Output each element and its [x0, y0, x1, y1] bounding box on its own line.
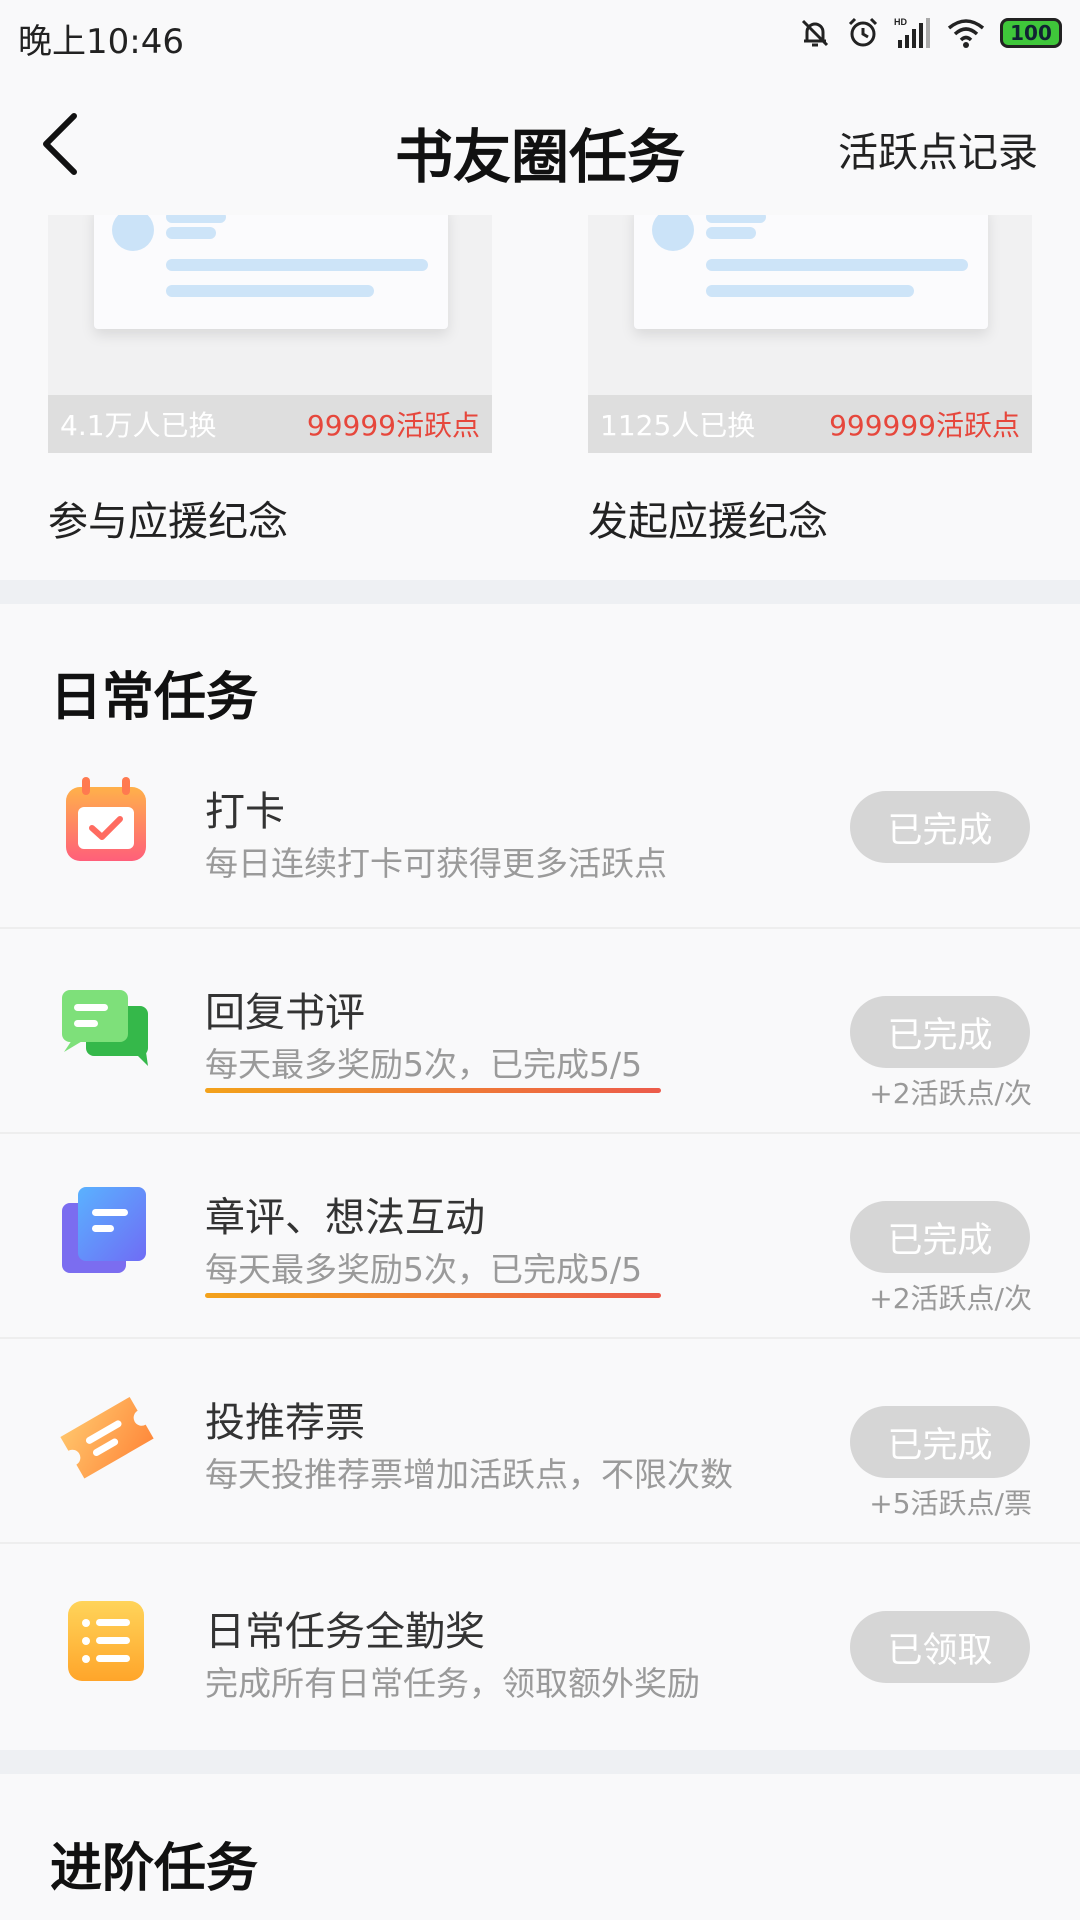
ticket-icon [60, 1396, 154, 1479]
calendar-check-icon [66, 777, 146, 861]
card-preview-image: 1125人已换 999999活跃点 [588, 215, 1032, 453]
task-row-chapter-comment: 章评、想法互动 每天最多奖励5次，已完成5/5 已完成 +2活跃点/次 [0, 1133, 1080, 1339]
task-name: 投推荐票 [205, 1400, 365, 1446]
points-cost: 99999活跃点 [306, 409, 480, 442]
task-row-checkin: 打卡 每日连续打卡可获得更多活跃点 已完成 [0, 723, 1080, 929]
status-icons: HD 100 [798, 16, 1062, 50]
task-status-button[interactable]: 已完成 [850, 1406, 1030, 1478]
card-info-bar: 1125人已换 999999活跃点 [588, 395, 1032, 453]
task-desc: 每天最多奖励5次，已完成5/5 [205, 1250, 643, 1289]
progress-underline [205, 1293, 661, 1298]
mute-bell-icon [801, 19, 829, 47]
task-name: 章评、想法互动 [205, 1195, 485, 1241]
task-row-reply-review: 回复书评 每天最多奖励5次，已完成5/5 已完成 +2活跃点/次 [0, 928, 1080, 1134]
section-divider [0, 1750, 1080, 1774]
task-reward: +2活跃点/次 [869, 1077, 1032, 1110]
chat-bubble-icon [62, 990, 148, 1066]
wifi-icon [947, 19, 985, 48]
task-reward: +5活跃点/票 [869, 1487, 1032, 1520]
card-illustration [94, 215, 448, 329]
task-status-button[interactable]: 已完成 [850, 791, 1030, 863]
document-icon [62, 1187, 146, 1273]
advanced-section-title: 进阶任务 [50, 1838, 259, 1899]
task-name: 回复书评 [205, 990, 365, 1036]
task-status-button[interactable]: 已完成 [850, 996, 1030, 1068]
section-divider [0, 580, 1080, 604]
status-time: 晚上10:46 [18, 22, 184, 62]
alarm-icon [848, 17, 878, 47]
task-reward: +2活跃点/次 [869, 1282, 1032, 1315]
task-name: 打卡 [205, 789, 285, 835]
card-name: 参与应援纪念 [48, 499, 288, 545]
reward-card[interactable]: 4.1万人已换 99999活跃点 参与应援纪念 [48, 215, 492, 547]
reward-cards: 4.1万人已换 99999活跃点 参与应援纪念 1125人已换 999999活跃… [0, 215, 1080, 580]
progress-underline [205, 1088, 661, 1093]
task-row-full-attendance: 日常任务全勤奖 完成所有日常任务，领取额外奖励 已领取 [0, 1543, 1080, 1747]
points-cost: 999999活跃点 [829, 409, 1020, 442]
nav-bar: 书友圈任务 活跃点记录 [0, 80, 1080, 210]
battery-icon: 100 [1000, 18, 1062, 48]
task-desc: 每日连续打卡可获得更多活跃点 [205, 844, 667, 883]
list-icon [68, 1601, 144, 1681]
task-desc: 每天最多奖励5次，已完成5/5 [205, 1045, 643, 1084]
task-status-button[interactable]: 已完成 [850, 1201, 1030, 1273]
card-info-bar: 4.1万人已换 99999活跃点 [48, 395, 492, 453]
swapped-count: 1125人已换 [600, 409, 756, 442]
card-illustration [634, 215, 988, 329]
task-desc: 完成所有日常任务，领取额外奖励 [205, 1664, 700, 1703]
activity-record-link[interactable]: 活跃点记录 [838, 120, 1038, 178]
battery-level: 100 [1010, 21, 1052, 45]
task-status-button[interactable]: 已领取 [850, 1611, 1030, 1683]
task-row-recommend-vote: 投推荐票 每天投推荐票增加活跃点，不限次数 已完成 +5活跃点/票 [0, 1338, 1080, 1544]
daily-section-title: 日常任务 [50, 667, 259, 728]
card-preview-image: 4.1万人已换 99999活跃点 [48, 215, 492, 453]
svg-text:HD: HD [894, 17, 907, 27]
reward-card[interactable]: 1125人已换 999999活跃点 发起应援纪念 [588, 215, 1032, 547]
card-name: 发起应援纪念 [588, 499, 828, 545]
signal-hd-icon: HD [894, 17, 930, 48]
task-name: 日常任务全勤奖 [205, 1609, 485, 1655]
status-bar: 晚上10:46 HD 100 [0, 0, 1080, 72]
swapped-count: 4.1万人已换 [60, 409, 217, 442]
task-desc: 每天投推荐票增加活跃点，不限次数 [205, 1455, 733, 1494]
